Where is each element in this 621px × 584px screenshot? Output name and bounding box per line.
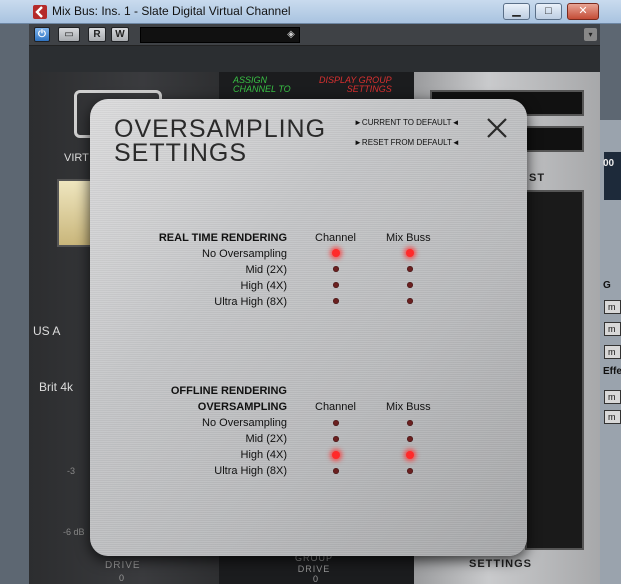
realtime-option-label: Ultra High (8X) xyxy=(214,296,287,308)
maximize-button[interactable]: □ xyxy=(535,3,562,20)
realtime-option-label: Mid (2X) xyxy=(245,264,287,276)
cubase-app-icon[interactable] xyxy=(33,5,47,19)
right-frame xyxy=(600,24,621,120)
drive-label: DRIVE xyxy=(105,560,141,571)
realtime-mixbuss-radio-no-oversampling[interactable] xyxy=(406,249,414,257)
offline-mixbuss-radio-mid[interactable] xyxy=(407,436,413,442)
daw-mute-button[interactable]: m xyxy=(604,322,621,336)
daw-mixer-strip: 00 G m m m Effe m m xyxy=(600,120,621,584)
plugin-subbar xyxy=(29,46,600,72)
drive-value: 0 xyxy=(119,573,125,583)
daw-label: G xyxy=(603,280,611,291)
reset-from-default-button[interactable]: ►RESET FROM DEFAULT◄ xyxy=(354,138,460,147)
offline-option-label: Mid (2X) xyxy=(245,433,287,445)
realtime-option-label: No Oversampling xyxy=(202,248,287,260)
close-icon: ✕ xyxy=(578,5,588,17)
close-window-button[interactable]: ✕ xyxy=(567,3,599,20)
console-brit-label[interactable]: Brit 4k xyxy=(39,380,73,394)
scale-label: -6 dB xyxy=(63,527,85,537)
minimize-icon: ▁ xyxy=(512,5,521,17)
realtime-channel-radio-high[interactable] xyxy=(333,282,339,288)
realtime-channel-radio-ultra-high[interactable] xyxy=(333,298,339,304)
daw-mute-button[interactable]: m xyxy=(604,390,621,404)
left-frame xyxy=(0,24,29,584)
realtime-heading: REAL TIME RENDERING xyxy=(158,232,287,244)
daw-label: Effe xyxy=(603,366,621,377)
toolbar-menu-button[interactable]: ▾ xyxy=(584,28,597,41)
realtime-channel-radio-mid[interactable] xyxy=(333,266,339,272)
realtime-mixbuss-column-header: Mix Buss xyxy=(386,232,431,244)
daw-mute-button[interactable]: m xyxy=(604,300,621,314)
offline-mixbuss-radio-no-oversampling[interactable] xyxy=(407,420,413,426)
st-label: ST xyxy=(529,172,546,184)
virtual-label: VIRT xyxy=(64,152,89,164)
offline-option-label: No Oversampling xyxy=(202,417,287,429)
realtime-mixbuss-radio-high[interactable] xyxy=(407,282,413,288)
offline-option-label: Ultra High (8X) xyxy=(214,465,287,477)
realtime-option-label: High (4X) xyxy=(240,280,287,292)
title-bar: Mix Bus: Ins. 1 - Slate Digital Virtual … xyxy=(0,0,621,24)
compare-button[interactable]: ▭ xyxy=(58,27,80,42)
minimize-button[interactable]: ▁ xyxy=(503,3,530,20)
display-group-settings-label[interactable]: DISPLAY GROUP SETTINGS xyxy=(319,76,392,94)
realtime-channel-column-header: Channel xyxy=(315,232,356,244)
offline-option-label: High (4X) xyxy=(240,449,287,461)
offline-channel-radio-no-oversampling[interactable] xyxy=(333,420,339,426)
write-automation-button[interactable]: W xyxy=(111,27,129,42)
group-drive-value: 0 xyxy=(313,574,319,584)
realtime-mixbuss-radio-ultra-high[interactable] xyxy=(407,298,413,304)
daw-label: 00 xyxy=(603,158,615,169)
oversampling-settings-dialog: OVERSAMPLING SETTINGS ►CURRENT TO DEFAUL… xyxy=(90,99,527,556)
read-automation-button[interactable]: R xyxy=(88,27,106,42)
offline-mixbuss-column-header: Mix Buss xyxy=(386,401,431,413)
realtime-mixbuss-radio-mid[interactable] xyxy=(407,266,413,272)
right-panel-display xyxy=(525,190,584,550)
console-us-a-label[interactable]: US A xyxy=(33,324,60,338)
offline-heading-line2: OVERSAMPLING xyxy=(197,401,287,413)
close-x-icon xyxy=(487,118,507,138)
offline-channel-column-header: Channel xyxy=(315,401,356,413)
plugin-window: Mix Bus: Ins. 1 - Slate Digital Virtual … xyxy=(0,0,621,584)
power-button[interactable]: ⏻ xyxy=(34,27,50,42)
maximize-icon: □ xyxy=(545,5,552,17)
close-dialog-button[interactable] xyxy=(486,117,508,139)
offline-mixbuss-radio-ultra-high[interactable] xyxy=(407,468,413,474)
plugin-toolbar: ⏻ ▭ R W ◈ ▾ xyxy=(29,24,600,46)
window-title: Mix Bus: Ins. 1 - Slate Digital Virtual … xyxy=(52,4,291,18)
scale-label: -3 xyxy=(67,466,76,476)
dialog-title-line2: SETTINGS xyxy=(114,139,248,167)
offline-heading-line1: OFFLINE RENDERING xyxy=(170,385,287,397)
offline-mixbuss-radio-high[interactable] xyxy=(406,451,414,459)
current-to-default-button[interactable]: ►CURRENT TO DEFAULT◄ xyxy=(354,118,459,127)
daw-mute-button[interactable]: m xyxy=(604,410,621,424)
assign-channel-label[interactable]: ASSIGN CHANNEL TO xyxy=(233,76,291,94)
preset-field[interactable]: ◈ xyxy=(140,27,300,43)
offline-channel-radio-high[interactable] xyxy=(332,451,340,459)
offline-channel-radio-mid[interactable] xyxy=(333,436,339,442)
preset-menu-icon[interactable]: ◈ xyxy=(285,29,297,41)
daw-mute-button[interactable]: m xyxy=(604,345,621,359)
realtime-channel-radio-no-oversampling[interactable] xyxy=(332,249,340,257)
group-drive-label: GROUP DRIVE xyxy=(295,553,334,574)
settings-button[interactable]: SETTINGS xyxy=(469,558,532,570)
offline-channel-radio-ultra-high[interactable] xyxy=(333,468,339,474)
